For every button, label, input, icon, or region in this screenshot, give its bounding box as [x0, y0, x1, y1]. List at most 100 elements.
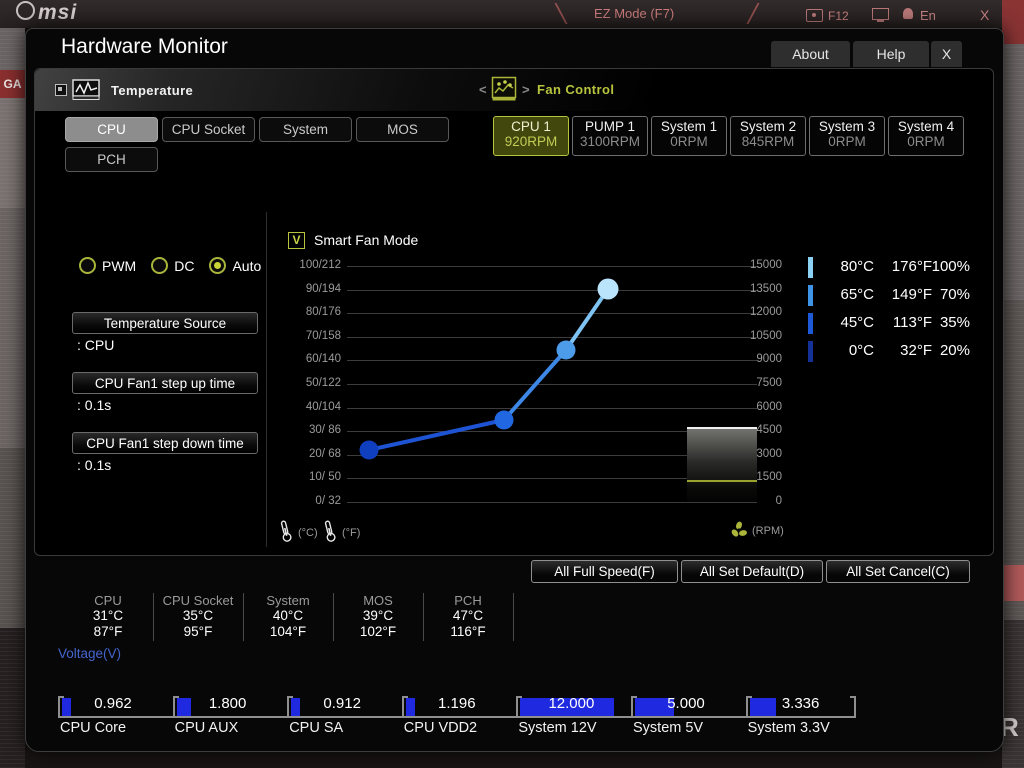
all-full-speed-button[interactable]: All Full Speed(F)	[531, 560, 678, 583]
readout-celsius: 47°C	[452, 608, 484, 623]
temp-tab-cpu-socket[interactable]: CPU Socket	[162, 117, 255, 142]
y-axis-tick-left: 0/ 32	[315, 495, 341, 507]
y-axis-tick-right: 15000	[750, 259, 782, 271]
fan-tab-system-1[interactable]: System 1 0RPM	[651, 116, 727, 156]
curve-point-percent: 100%	[931, 258, 970, 275]
fan-curve-plot	[347, 266, 757, 503]
help-button[interactable]: Help	[853, 41, 929, 67]
background-top-bar: msi EZ Mode (F7) F12 En X	[0, 0, 1002, 28]
voltage-label-system-5v: System 5V	[633, 720, 704, 736]
y-axis-tick-right: 3000	[756, 448, 782, 460]
temp-tab-mos[interactable]: MOS	[356, 117, 449, 142]
voltage-label-system-12v: System 12V	[518, 720, 597, 736]
readout-label: PCH	[454, 593, 482, 608]
curve-point-percent: 70%	[939, 286, 970, 303]
temp-tab-cpu[interactable]: CPU	[65, 117, 158, 142]
readout-fahrenheit: 102°F	[359, 624, 397, 639]
temperature-section-title: Temperature	[111, 83, 194, 98]
readout-mos: MOS 39°C 102°F	[333, 593, 424, 641]
section-checkbox-icon[interactable]	[55, 84, 67, 96]
curve-point-color-tick	[808, 257, 813, 278]
fan-tab-pump-1[interactable]: PUMP 1 3100RPM	[572, 116, 648, 156]
readout-label: CPU	[94, 593, 122, 608]
fan-curve-point-4[interactable]	[597, 278, 619, 300]
notification-bell-icon	[903, 8, 913, 19]
voltage-value-cpu-core: 0.962	[94, 695, 132, 712]
rpm-unit-label: (RPM)	[752, 525, 784, 537]
close-button[interactable]: X	[931, 41, 962, 67]
thermometer-celsius-icon	[279, 519, 292, 548]
y-axis-tick-left: 60/140	[305, 353, 341, 365]
fan-curve-point-3[interactable]	[556, 340, 576, 360]
voltage-value-system-5v: 5.000	[667, 695, 705, 712]
about-button[interactable]: About	[771, 41, 850, 67]
readout-fahrenheit: 87°F	[93, 624, 123, 639]
curve-point-color-tick	[808, 285, 813, 306]
screenshot-hotkey-label: F12	[828, 9, 849, 23]
y-axis-tick-right: 4500	[756, 424, 782, 436]
field-button-cpu-fan1-step-up-time[interactable]: CPU Fan1 step up time	[72, 372, 258, 394]
radio-label-auto: Auto	[232, 257, 262, 274]
y-axis-tick-left: 30/ 86	[309, 424, 341, 436]
bios-screen: msi EZ Mode (F7) F12 En X GA R Hardware …	[0, 0, 1024, 768]
fan-curve-segment	[564, 287, 610, 352]
y-axis-tick-right: 6000	[756, 401, 782, 413]
fan-tab-name: System 1	[660, 119, 718, 134]
voltage-value-cpu-vdd2: 1.196	[438, 695, 476, 712]
fan-tab-system-2[interactable]: System 2 845RPM	[730, 116, 806, 156]
fan-curve-table: 80°C 176°F 100% 65°C 149°F 70% 45°C 113°F 35% 0°C…	[805, 254, 1005, 372]
radio-auto[interactable]: Auto	[209, 257, 261, 274]
radio-label-dc: DC	[174, 257, 195, 274]
readout-fahrenheit: 116°F	[450, 624, 486, 639]
fan-control-icon	[491, 76, 517, 107]
fan-curve-segment	[368, 418, 505, 452]
voltage-label-cpu-sa: CPU SA	[289, 720, 344, 736]
msi-logo: msi	[38, 1, 78, 24]
curve-point-fahrenheit: 32°F	[900, 342, 932, 359]
readout-celsius: 40°C	[272, 608, 304, 623]
voltage-label-cpu-core: CPU Core	[60, 720, 127, 736]
radio-dc[interactable]: DC	[151, 257, 194, 274]
fan-tab-name: CPU 1	[511, 119, 551, 134]
voltage-value-system-12v: 12.000	[548, 695, 595, 712]
curve-point-color-tick	[808, 313, 813, 334]
fan-curve-segment	[502, 348, 568, 422]
smart-fan-mode-checkbox[interactable]: V	[288, 232, 305, 249]
monitor-panel: Temperature < > Fan Control CPU CPU Socke…	[34, 68, 994, 556]
y-axis-tick-left: 40/104	[305, 401, 341, 413]
radio-label-pwm: PWM	[102, 257, 137, 274]
temperature-tabs: CPU CPU Socket System MOS PCH	[65, 117, 465, 177]
readout-label: System	[266, 593, 310, 608]
clock-icon	[16, 1, 35, 20]
fan-control-section-title: Fan Control	[537, 82, 615, 97]
fahrenheit-unit-label: (°F)	[342, 527, 361, 539]
all-set-cancel-button[interactable]: All Set Cancel(C)	[826, 560, 970, 583]
voltage-value-system-3-3v: 3.336	[781, 695, 820, 712]
radio-circle-auto	[209, 257, 227, 274]
temp-tab-pch[interactable]: PCH	[65, 147, 158, 172]
curve-point-percent: 20%	[939, 342, 970, 359]
fan-curve-point-2[interactable]	[494, 410, 514, 430]
fan-tab-name: System 3	[818, 119, 876, 134]
fan-tab-cpu-1[interactable]: CPU 1 920RPM	[493, 116, 569, 156]
voltage-label-cpu-vdd2: CPU VDD2	[403, 720, 478, 736]
fan-tab-system-3[interactable]: System 3 0RPM	[809, 116, 885, 156]
temp-tab-system[interactable]: System	[259, 117, 352, 142]
thermometer-fahrenheit-icon	[323, 519, 336, 548]
voltage-value-cpu-sa: 0.912	[323, 695, 361, 712]
curve-point-fahrenheit: 149°F	[891, 286, 932, 303]
fan-curve-table-row: 0°C 32°F 20%	[805, 338, 1005, 366]
y-axis-tick-right: 10500	[750, 330, 782, 342]
radio-pwm[interactable]: PWM	[79, 257, 136, 274]
field-button-cpu-fan1-step-down-time[interactable]: CPU Fan1 step down time	[72, 432, 258, 454]
fan-control-next-arrow[interactable]: >	[522, 82, 530, 97]
fan-tab-rpm: 0RPM	[828, 134, 866, 149]
voltage-bracket-close	[850, 696, 856, 718]
fan-curve-table-row: 45°C 113°F 35%	[805, 310, 1005, 338]
field-button-temperature-source[interactable]: Temperature Source	[72, 312, 258, 334]
fan-tab-system-4[interactable]: System 4 0RPM	[888, 116, 964, 156]
fan-control-prev-arrow[interactable]: <	[479, 82, 487, 97]
fan-curve-point-1[interactable]	[359, 440, 379, 460]
all-set-default-button[interactable]: All Set Default(D)	[681, 560, 823, 583]
fan-curve-svg	[359, 278, 619, 460]
